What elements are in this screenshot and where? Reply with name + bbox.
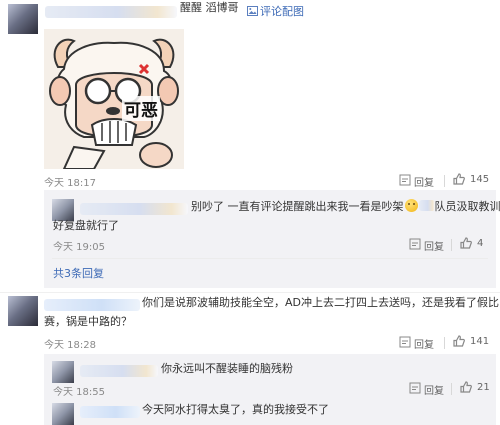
- username-blurred[interactable]: [45, 6, 177, 18]
- sticker-image[interactable]: 可恶: [44, 29, 184, 169]
- more-replies-link[interactable]: 共3条回复: [53, 265, 104, 281]
- username-blurred[interactable]: [80, 365, 158, 377]
- like-icon[interactable]: [460, 381, 472, 396]
- divider: [444, 175, 445, 187]
- reply-text: 今天阿水打得太臭了，真的我接受不了: [142, 403, 329, 416]
- reply-time: 今天 18:55: [53, 387, 105, 398]
- reply-text: 你永远叫不醒装睡的脑残粉: [161, 362, 293, 375]
- divider: [451, 383, 452, 395]
- mention-blurred[interactable]: [418, 200, 435, 211]
- username-blurred[interactable]: [44, 299, 140, 311]
- reply-text-line1: 别吵了 一直有评论提醒跳出来我一看是吵架队员汲取教训好: [191, 199, 500, 213]
- reply-button[interactable]: 回复: [424, 238, 444, 253]
- reply-icon[interactable]: [399, 336, 411, 351]
- like-count: 141: [470, 336, 490, 347]
- comment-time: 今天 18:17: [44, 178, 96, 189]
- avatar[interactable]: [8, 4, 38, 34]
- like-icon[interactable]: [453, 173, 465, 188]
- divider: [52, 258, 488, 259]
- reply-button[interactable]: 回复: [414, 174, 434, 189]
- like-count: 21: [477, 382, 490, 393]
- reply-button[interactable]: 回复: [414, 336, 434, 351]
- reply-text-line2: 好复盘就行了: [53, 219, 119, 232]
- comment-picture-link[interactable]: 评论配图: [260, 3, 304, 19]
- like-icon[interactable]: [453, 335, 465, 350]
- comment-text-line2: 赛，锅是中路的？: [44, 315, 132, 328]
- username-suffix: 醒醒 滔博哥: [180, 1, 239, 14]
- comment-time: 今天 18:28: [44, 340, 96, 351]
- avatar[interactable]: [52, 403, 74, 425]
- avatar[interactable]: [8, 296, 38, 326]
- image-icon: [247, 6, 258, 19]
- reply-icon[interactable]: [409, 238, 421, 253]
- reply-icon[interactable]: [409, 382, 421, 397]
- comment-text-line1: 你们是说那波辅助技能全空，AD冲上去二打四上去送吗，还是我看了假比: [142, 296, 499, 309]
- username-blurred[interactable]: [80, 406, 140, 418]
- reply-button[interactable]: 回复: [424, 382, 444, 397]
- divider: [451, 239, 452, 251]
- cartoon-goat-icon: [49, 38, 179, 169]
- divider: [444, 337, 445, 349]
- sticker-caption: 可恶: [122, 96, 160, 121]
- like-count: 4: [477, 238, 484, 249]
- avatar[interactable]: [52, 361, 74, 383]
- like-icon[interactable]: [460, 237, 472, 252]
- like-count: 145: [470, 174, 490, 185]
- sweat-smile-emoji-icon: [404, 199, 418, 212]
- reply-icon[interactable]: [399, 174, 411, 189]
- username-blurred[interactable]: [80, 203, 188, 215]
- reply-time: 今天 19:05: [53, 242, 105, 253]
